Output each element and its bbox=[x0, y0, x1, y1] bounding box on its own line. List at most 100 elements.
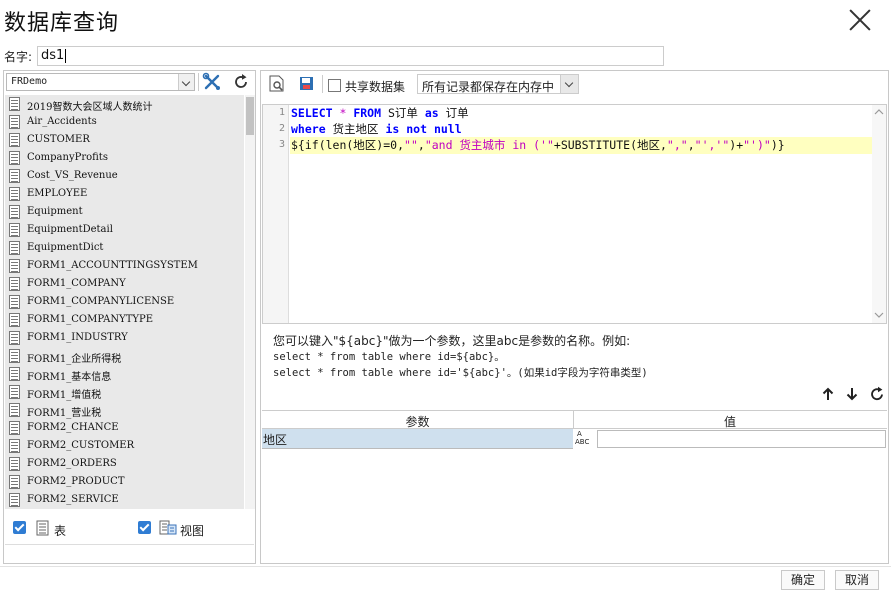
table-name: EquipmentDetail bbox=[27, 224, 113, 235]
parameter-table-header: 参数 值 bbox=[262, 410, 887, 429]
line-number: 3 bbox=[278, 139, 285, 150]
list-item[interactable]: EMPLOYEE bbox=[5, 185, 244, 203]
table-icon bbox=[9, 331, 20, 345]
table-name: FORM1_ACCOUNTTINGSYSTEM bbox=[27, 260, 198, 271]
list-item[interactable]: FORM1_营业税 bbox=[5, 401, 244, 419]
list-item[interactable]: CUSTOMER bbox=[5, 131, 244, 149]
cancel-button[interactable]: 取消 bbox=[835, 570, 879, 590]
table-icon bbox=[9, 97, 20, 111]
toolbar-divider bbox=[322, 75, 323, 93]
table-name: FORM2_CUSTOMER bbox=[27, 440, 135, 451]
table-name: Air_Accidents bbox=[27, 116, 97, 127]
table-name: FORM1_营业税 bbox=[27, 408, 102, 419]
chevron-down-icon[interactable] bbox=[560, 75, 578, 93]
view-checkbox[interactable] bbox=[138, 521, 151, 534]
line-number: 1 bbox=[278, 107, 285, 118]
table-icon bbox=[9, 367, 20, 381]
list-item[interactable]: FORM2_PRODUCT bbox=[5, 473, 244, 491]
list-item[interactable]: EquipmentDict bbox=[5, 239, 244, 257]
list-item[interactable]: Cost_VS_Revenue bbox=[5, 167, 244, 185]
table-icon bbox=[9, 133, 20, 147]
line-gutter: 1 2 3 bbox=[263, 105, 289, 323]
list-item[interactable]: FORM2_SERVICE bbox=[5, 491, 244, 509]
table-icon bbox=[9, 349, 20, 363]
hint-line-3: select * from table where id='${abc}'。(如… bbox=[273, 367, 648, 379]
code-line-3: ${if(len(地区)=0,"","and 货主城市 in ('"+SUBST… bbox=[291, 138, 785, 152]
table-name: FORM1_INDUSTRY bbox=[27, 332, 128, 343]
list-item[interactable]: 2019智数大会区域人数统计 bbox=[5, 95, 244, 113]
connection-value: FRDemo bbox=[11, 76, 48, 87]
list-item[interactable]: FORM1_COMPANYTYPE bbox=[5, 311, 244, 329]
table-icon bbox=[9, 151, 20, 165]
type-icon-bottom: ABC bbox=[575, 438, 590, 446]
list-item[interactable]: FORM2_CUSTOMER bbox=[5, 437, 244, 455]
table-name: EMPLOYEE bbox=[27, 188, 88, 199]
list-item[interactable]: FORM1_COMPANY bbox=[5, 275, 244, 293]
memory-mode-select[interactable]: 所有记录都保存在内存中 bbox=[417, 74, 579, 94]
table-search-input[interactable] bbox=[5, 544, 254, 563]
editor-scrollbar[interactable] bbox=[872, 105, 886, 323]
move-down-icon[interactable] bbox=[844, 386, 860, 402]
share-dataset-label: 共享数据集 bbox=[345, 80, 406, 94]
table-name: FORM1_增值税 bbox=[27, 390, 102, 401]
refresh-icon[interactable] bbox=[230, 72, 252, 92]
table-icon bbox=[9, 205, 20, 219]
parameter-table: 参数 值 地区 A ABC bbox=[262, 410, 887, 449]
connection-select[interactable]: FRDemo bbox=[6, 73, 195, 91]
list-item[interactable]: FORM2_CHANCE bbox=[5, 419, 244, 437]
table-icon bbox=[9, 169, 20, 183]
scrollbar-thumb[interactable] bbox=[246, 97, 254, 135]
sql-editor[interactable]: 1 2 3 SELECT * FROM S订单 as 订单 where 货主地区… bbox=[262, 104, 887, 324]
table-name: FORM1_企业所得税 bbox=[27, 354, 122, 365]
table-row[interactable]: 地区 A ABC bbox=[262, 429, 887, 449]
list-item[interactable]: FORM1_INDUSTRY bbox=[5, 329, 244, 347]
close-icon[interactable] bbox=[846, 6, 874, 34]
table-checkbox[interactable] bbox=[13, 521, 26, 534]
table-name: CompanyProfits bbox=[27, 152, 108, 163]
table-name: FORM1_COMPANY bbox=[27, 278, 126, 289]
table-name: FORM1_COMPANYLICENSE bbox=[27, 296, 175, 307]
save-icon[interactable] bbox=[297, 72, 317, 94]
list-item[interactable]: FORM1_企业所得税 bbox=[5, 347, 244, 365]
table-icon bbox=[9, 385, 20, 399]
list-item[interactable]: Equipment bbox=[5, 203, 244, 221]
table-filter-label: 表 bbox=[54, 524, 67, 538]
table-name: FORM2_ORDERS bbox=[27, 458, 117, 469]
connection-settings-icon[interactable] bbox=[201, 72, 223, 92]
table-icon bbox=[9, 187, 20, 201]
chevron-down-icon[interactable] bbox=[178, 74, 194, 90]
preview-icon[interactable] bbox=[267, 72, 287, 94]
list-item[interactable]: FORM1_COMPANYLICENSE bbox=[5, 293, 244, 311]
table-icon bbox=[9, 457, 20, 471]
toolbar-divider bbox=[198, 73, 199, 91]
table-list-scrollbar[interactable] bbox=[245, 95, 255, 509]
list-item[interactable]: CompanyProfits bbox=[5, 149, 244, 167]
name-input[interactable]: ds1 bbox=[37, 46, 664, 66]
list-item[interactable]: FORM1_基本信息 bbox=[5, 365, 244, 383]
name-label: 名字: bbox=[4, 50, 33, 64]
code-line-1: SELECT * FROM S订单 as 订单 bbox=[291, 106, 469, 120]
table-name: FORM2_SERVICE bbox=[27, 494, 119, 505]
list-item[interactable]: Air_Accidents bbox=[5, 113, 244, 131]
list-item[interactable]: EquipmentDetail bbox=[5, 221, 244, 239]
param-name-cell[interactable]: 地区 bbox=[262, 429, 573, 449]
parameter-hint: 您可以键入"${abc}"做为一个参数，这里abc是参数的名称。例如: sele… bbox=[273, 333, 648, 381]
table-icon bbox=[9, 277, 20, 291]
list-item[interactable]: FORM1_ACCOUNTTINGSYSTEM bbox=[5, 257, 244, 275]
table-name: CUSTOMER bbox=[27, 134, 90, 145]
refresh-params-icon[interactable] bbox=[869, 386, 885, 402]
name-row: 名字: ds1 bbox=[4, 46, 664, 66]
move-up-icon[interactable] bbox=[820, 386, 836, 402]
type-abc-icon[interactable]: A ABC bbox=[575, 430, 597, 448]
ok-button[interactable]: 确定 bbox=[781, 570, 825, 590]
col-value-header: 值 bbox=[573, 411, 886, 429]
param-value-input[interactable] bbox=[597, 430, 886, 448]
list-item[interactable]: FORM1_增值税 bbox=[5, 383, 244, 401]
list-item[interactable]: FORM2_ORDERS bbox=[5, 455, 244, 473]
table-icon bbox=[9, 475, 20, 489]
share-dataset-checkbox[interactable] bbox=[328, 79, 341, 92]
table-icon bbox=[36, 520, 50, 539]
dialog-footer: 确定 取消 bbox=[0, 566, 891, 591]
table-icon bbox=[9, 241, 20, 255]
table-list[interactable]: 2019智数大会区域人数统计 Air_Accidents CUSTOMER Compa… bbox=[5, 95, 244, 509]
